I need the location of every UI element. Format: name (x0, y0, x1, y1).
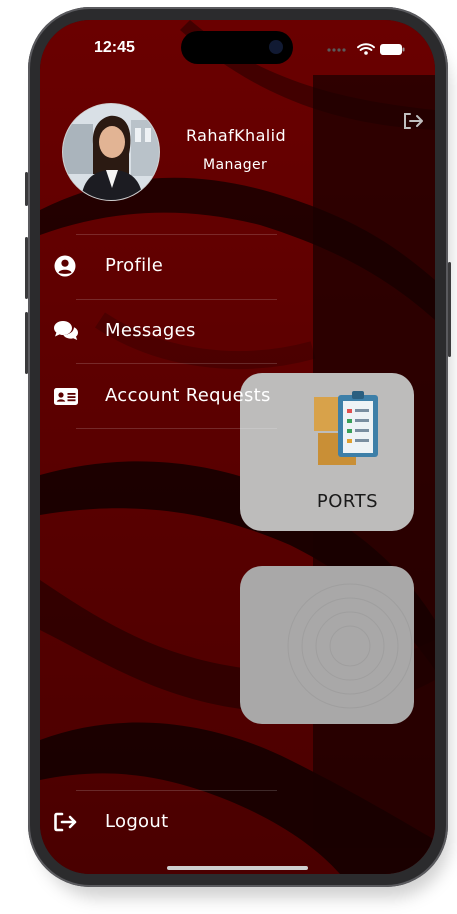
user-circle-icon (54, 255, 76, 277)
menu-label-logout: Logout (105, 811, 169, 832)
battery-icon (380, 44, 405, 55)
home-indicator[interactable] (167, 866, 308, 870)
sign-out-icon (54, 812, 77, 832)
id-card-icon (54, 388, 78, 405)
navigation-drawer: 12:45 RahafKhalid Manager Profile Messag… (40, 20, 313, 874)
avatar[interactable] (62, 103, 160, 201)
menu-item-profile[interactable]: Profile (40, 235, 313, 299)
reports-card-label: PORTS (316, 491, 378, 512)
status-icons (327, 43, 405, 55)
signal-icon (327, 48, 346, 52)
user-photo (63, 104, 159, 200)
menu-item-account-requests[interactable]: Account Requests (40, 365, 313, 429)
status-time: 12:45 (94, 39, 135, 56)
app-screen: PORTS 12:45 RahafKhalid Manager Profile … (40, 20, 435, 874)
user-role: Manager (203, 157, 268, 173)
divider (76, 428, 277, 429)
clipboard-boxes-icon (314, 391, 378, 465)
dynamic-island (181, 31, 293, 64)
menu-label-account-requests: Account Requests (105, 385, 271, 406)
wifi-icon (357, 43, 375, 55)
logout-icon[interactable] (402, 112, 424, 130)
divider (76, 363, 277, 364)
chat-bubbles-icon (54, 321, 78, 340)
menu-item-messages[interactable]: Messages (40, 300, 313, 364)
menu-label-messages: Messages (105, 320, 196, 341)
user-name: RahafKhalid (186, 126, 287, 145)
menu-item-logout[interactable]: Logout (40, 791, 313, 855)
menu-label-profile: Profile (105, 255, 164, 276)
